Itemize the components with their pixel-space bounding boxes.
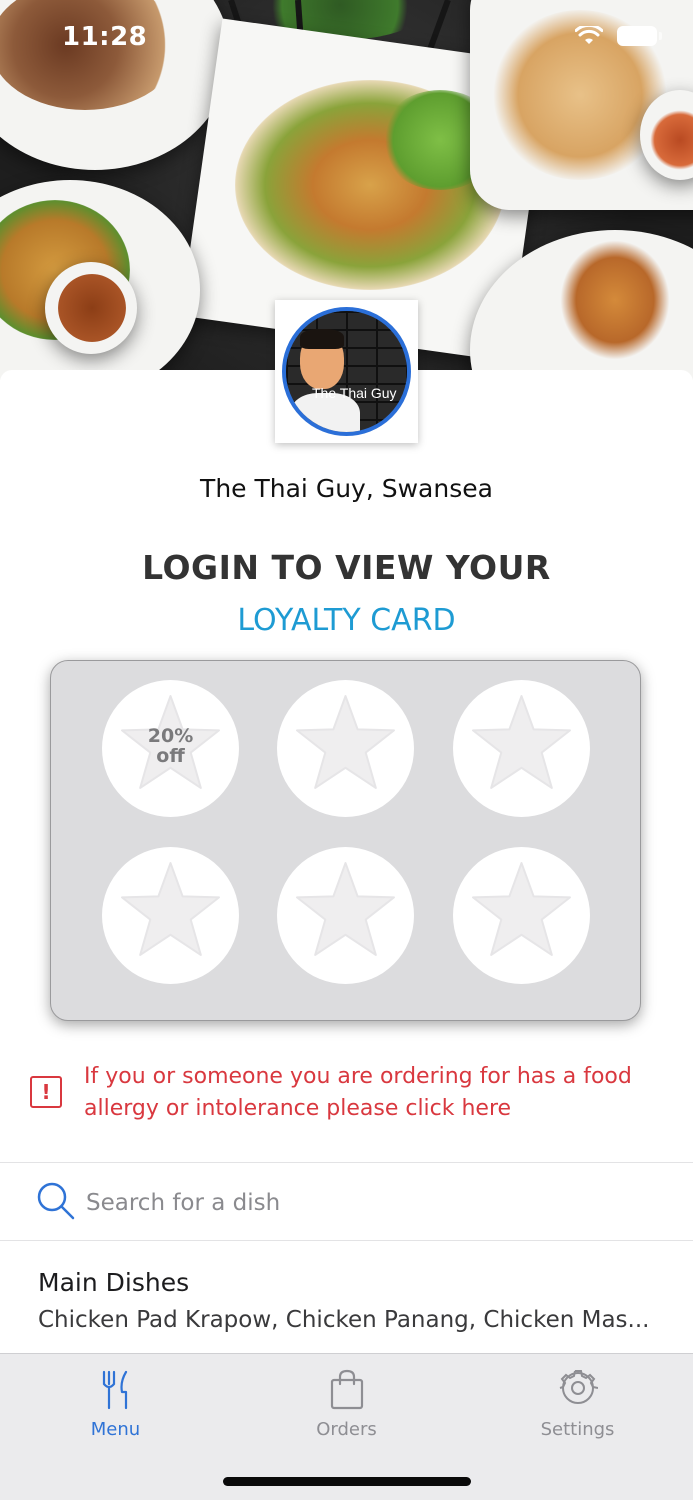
tab-label: Orders [316,1419,377,1440]
category-items-preview: Chicken Pad Krapow, Chicken Panang, Chic… [38,1307,650,1333]
exclamation-icon: ! [30,1076,62,1108]
menu-category-row[interactable]: Main Dishes Chicken Pad Krapow, Chicken … [0,1241,693,1354]
star-icon [296,862,395,956]
loyalty-stamp [102,847,239,984]
shopping-bag-icon [330,1369,364,1410]
star-icon [296,695,395,789]
dish-search[interactable] [0,1163,693,1241]
loyalty-stamp [453,680,590,817]
search-icon [37,1182,75,1220]
venue-logo: The Thai Guy [275,300,418,443]
tab-orders[interactable]: Orders [231,1354,462,1454]
loyalty-card-link[interactable]: LOYALTY CARD [0,603,693,638]
star-icon [121,862,220,956]
tab-label: Settings [540,1419,615,1440]
logo-avatar: The Thai Guy [282,307,411,436]
gear-icon [559,1370,598,1404]
wifi-icon [575,26,603,44]
loyalty-login-title: LOGIN TO VIEW YOUR [142,548,551,587]
loyalty-stamp [453,847,590,984]
tab-menu[interactable]: Menu [0,1354,231,1454]
dish-peanut-sauce [58,274,126,342]
battery-icon [617,26,662,46]
star-icon [472,695,571,789]
search-input[interactable] [86,1185,646,1221]
home-indicator[interactable] [223,1477,471,1486]
tab-label: Menu [90,1419,141,1440]
loyalty-stamp-reward: 20% off [102,680,239,817]
star-icon [472,862,571,956]
loyalty-card[interactable]: 20% off [50,660,641,1021]
fork-knife-icon [102,1370,128,1410]
category-title: Main Dishes [38,1268,190,1297]
allergy-message[interactable]: If you or someone you are ordering for h… [84,1061,674,1125]
status-icons [575,26,662,46]
reward-label: 20% off [147,725,194,767]
tab-settings[interactable]: Settings [462,1354,693,1454]
loyalty-stamp [277,680,414,817]
logo-caption: The Thai Guy [312,385,397,401]
loyalty-stamp [277,847,414,984]
venue-name: The Thai Guy, Swansea [200,474,493,503]
status-time: 11:28 [62,22,148,52]
dish-fried [560,240,670,360]
